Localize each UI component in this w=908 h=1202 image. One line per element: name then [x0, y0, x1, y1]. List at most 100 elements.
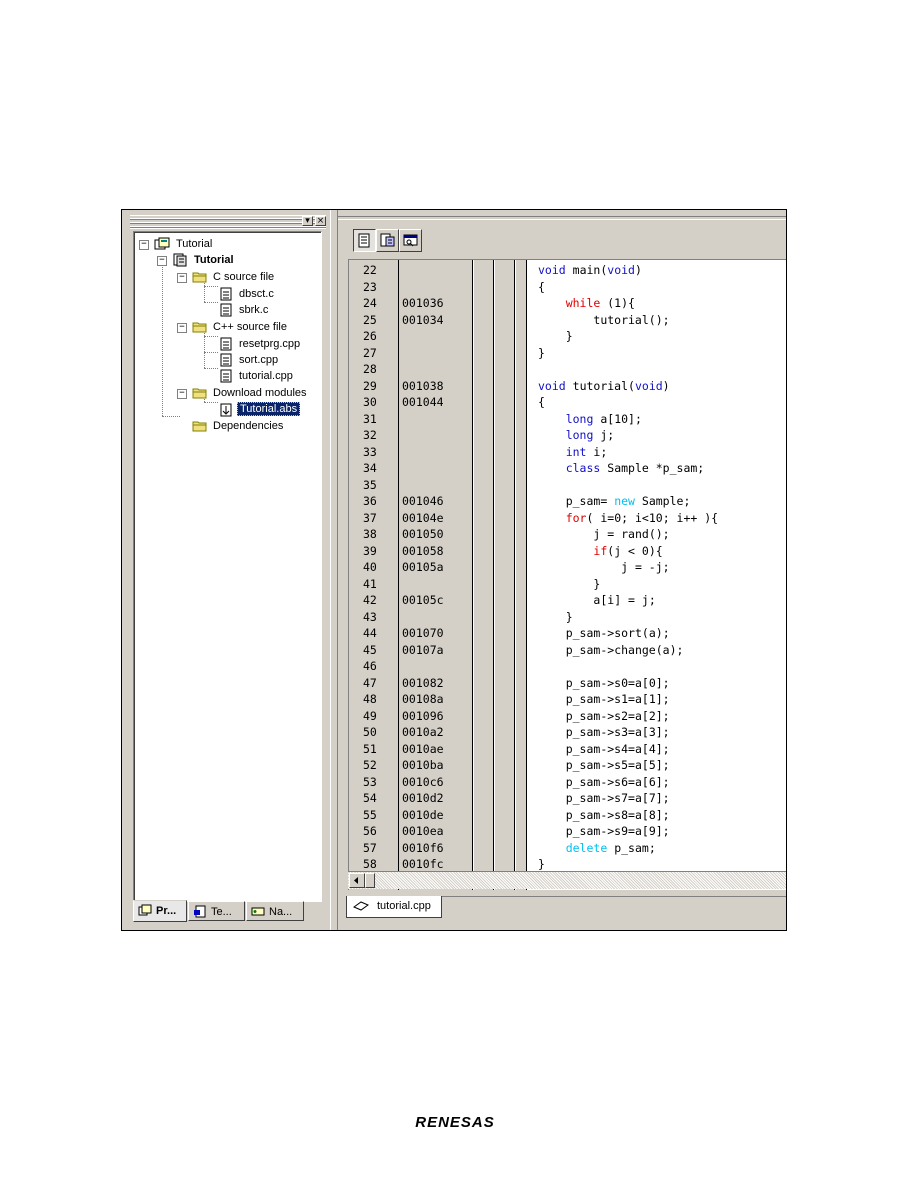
code-line[interactable]: 42 00105c a[i] = j;: [349, 592, 786, 609]
code-line[interactable]: 48 00108a p_sam->s1=a[1];: [349, 691, 786, 708]
collapse-toggle-project[interactable]: −: [157, 256, 167, 266]
code-line[interactable]: 47 001082 p_sam->s0=a[0];: [349, 675, 786, 692]
code-line[interactable]: 35: [349, 477, 786, 494]
source-text: void tutorial(void): [538, 378, 670, 393]
keyword-token: int: [565, 444, 587, 459]
tree-item-file[interactable]: dbsct.c: [237, 286, 276, 302]
tree-item-folder[interactable]: C++ source file: [211, 319, 289, 335]
source-text: tutorial();: [593, 312, 670, 327]
tree-item-file[interactable]: resetprg.cpp: [237, 336, 302, 352]
code-line[interactable]: 44 001070 p_sam->sort(a);: [349, 625, 786, 642]
mixed-mode-button[interactable]: [376, 229, 399, 252]
source-mode-button[interactable]: [353, 229, 376, 252]
source-text: {: [538, 395, 545, 409]
tree-item-file[interactable]: sort.cpp: [237, 352, 280, 368]
close-icon[interactable]: ×: [315, 216, 326, 226]
horizontal-scrollbar[interactable]: [348, 871, 786, 889]
folder-icon: [192, 421, 207, 432]
tree-item-label: Tutorial: [176, 238, 213, 250]
code-line[interactable]: 52 0010ba p_sam->s5=a[5];: [349, 757, 786, 774]
code-line[interactable]: 51 0010ae p_sam->s4=a[4];: [349, 741, 786, 758]
tree-item-folder[interactable]: Download modules: [211, 385, 309, 401]
collapse-toggle-folder[interactable]: −: [177, 273, 187, 283]
tree-item-file-selected[interactable]: Tutorial.abs: [237, 401, 301, 417]
code-line[interactable]: 37 00104e for( i=0; i<10; i++ ){: [349, 510, 786, 527]
code-line[interactable]: 53 0010c6 p_sam->s6=a[6];: [349, 774, 786, 791]
code-line[interactable]: 54 0010d2 p_sam->s7=a[7];: [349, 790, 786, 807]
collapse-toggle-folder[interactable]: −: [177, 323, 187, 333]
templates-tab-icon: [194, 905, 206, 918]
code-line[interactable]: 23 {: [349, 279, 786, 296]
code-line[interactable]: 24 001036 while (1){: [349, 295, 786, 312]
tab-tutorial-cpp[interactable]: tutorial.cpp: [346, 896, 442, 918]
line-number: 44: [363, 626, 377, 640]
code-line[interactable]: 25 001034 tutorial();: [349, 312, 786, 329]
source-address: 00105a: [402, 560, 444, 574]
code-line[interactable]: 29 001038 void tutorial(void): [349, 378, 786, 395]
code-line[interactable]: 56 0010ea p_sam->s9=a[9];: [349, 823, 786, 840]
projects-tab-icon: [138, 904, 152, 916]
file-icon: [220, 353, 232, 367]
source-text: }: [538, 576, 601, 591]
code-line[interactable]: 27}: [349, 345, 786, 362]
source-text: p_sam->s9=a[9];: [565, 824, 670, 838]
tree-item-folder[interactable]: C source file: [211, 269, 276, 285]
tree-item-project[interactable]: Tutorial: [192, 252, 236, 268]
code-line[interactable]: 55 0010de p_sam->s8=a[8];: [349, 807, 786, 824]
line-number: 41: [363, 576, 377, 591]
tree-item-file[interactable]: sbrk.c: [237, 302, 270, 318]
code-line[interactable]: 41 }: [349, 576, 786, 593]
code-line[interactable]: 40 00105a j = -j;: [349, 559, 786, 576]
code-line[interactable]: 49 001096 p_sam->s2=a[2];: [349, 708, 786, 725]
code-line[interactable]: 36 001046 p_sam= new Sample;: [349, 493, 786, 510]
tree-item-label: resetprg.cpp: [239, 338, 301, 350]
source-address: 00107a: [402, 642, 444, 657]
code-line[interactable]: 31 long a[10];: [349, 411, 786, 428]
tab-navigation[interactable]: Na...: [246, 901, 304, 921]
workspace-gripper[interactable]: [130, 215, 326, 229]
code-line[interactable]: 43 }: [349, 609, 786, 626]
tree-item-folder[interactable]: Dependencies: [211, 418, 285, 434]
code-line[interactable]: 32 long j;: [349, 427, 786, 444]
file-icon: [220, 337, 232, 351]
source-text: j = -j;: [621, 560, 670, 574]
pane-splitter[interactable]: [330, 210, 338, 930]
line-number: 42: [363, 593, 377, 607]
code-line[interactable]: 30 001044 {: [349, 394, 786, 411]
tree-item-workspace[interactable]: Tutorial: [174, 236, 214, 252]
folder-icon: [192, 322, 207, 333]
code-line[interactable]: 26 }: [349, 328, 786, 345]
float-button[interactable]: ▾: [302, 216, 313, 226]
code-line[interactable]: 39 001058 if(j < 0){: [349, 543, 786, 560]
code-line[interactable]: 28: [349, 361, 786, 378]
line-number: 52: [363, 758, 377, 772]
line-number: 38: [363, 527, 377, 541]
tree-item-label: tutorial.cpp: [239, 370, 293, 382]
code-line[interactable]: 22 void main(void): [349, 262, 786, 279]
scroll-thumb[interactable]: [365, 873, 375, 888]
line-number: 53: [363, 774, 377, 789]
code-line[interactable]: 45 00107a p_sam->change(a);: [349, 642, 786, 659]
code-line[interactable]: 46: [349, 658, 786, 675]
source-view[interactable]: 22 void main(void) 23{24 001036 while (1){2…: [348, 259, 786, 890]
file-icon: [220, 369, 232, 383]
code-line[interactable]: 50 0010a2 p_sam->s3=a[3];: [349, 724, 786, 741]
tab-templates[interactable]: Te...: [188, 901, 245, 921]
collapse-toggle-root[interactable]: −: [139, 240, 149, 250]
keyword-token: if: [593, 543, 608, 558]
scroll-left-button[interactable]: [349, 873, 365, 888]
code-line[interactable]: 38 001050 j = rand();: [349, 526, 786, 543]
source-address: 001038: [402, 378, 444, 393]
line-number: 31: [363, 411, 377, 426]
line-number: 30: [363, 395, 377, 409]
tab-projects[interactable]: Pr...: [133, 900, 187, 922]
collapse-toggle-folder[interactable]: −: [177, 389, 187, 399]
source-text: long j;: [565, 428, 615, 442]
source-text: }: [538, 609, 573, 624]
code-line[interactable]: 33 int i;: [349, 444, 786, 461]
disassembly-mode-button[interactable]: [399, 229, 422, 252]
code-line[interactable]: 34 class Sample *p_sam;: [349, 460, 786, 477]
code-line[interactable]: 57 0010f6 delete p_sam;: [349, 840, 786, 857]
source-text: long a[10];: [565, 411, 642, 426]
tree-item-file[interactable]: tutorial.cpp: [237, 368, 295, 384]
